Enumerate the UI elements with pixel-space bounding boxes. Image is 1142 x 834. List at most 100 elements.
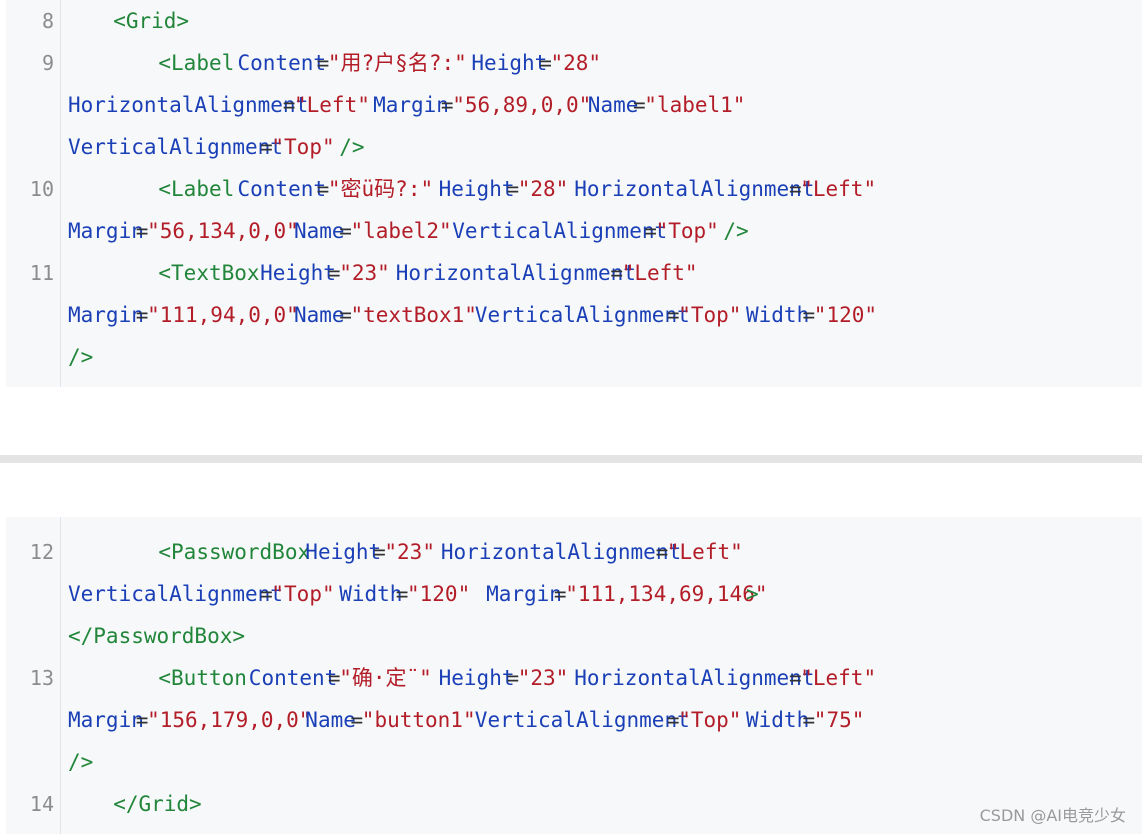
code-token: "Left" [800, 666, 877, 690]
code-token: "28" [550, 51, 602, 75]
code-line: HorizontalAlignment = "Left" Margin = "56,89… [6, 84, 1142, 126]
code-token: "label2" [350, 219, 452, 243]
code-token: "Top" [678, 708, 742, 732]
code-token: "密ü码?:" [327, 177, 434, 201]
code-token: "56,89,0,0" [452, 93, 592, 117]
code-token: "Left" [666, 540, 743, 564]
code-token: /> [723, 219, 749, 243]
code-line: Margin = "111,94,0,0" Name = "textBox1" Vert… [6, 294, 1142, 336]
code-token: "Top" [271, 582, 335, 606]
code-token: Height [438, 177, 515, 201]
code-line: 11 <TextBox Height = "23" HorizontalAlignm… [6, 252, 1142, 294]
code-token: VerticalAlignment [452, 219, 668, 243]
code-token: Margin [68, 708, 144, 732]
code-token: <TextBox [158, 261, 260, 285]
section-divider [0, 455, 1142, 463]
code-token: "75" [813, 708, 865, 732]
line-number: 11 [29, 261, 54, 285]
code-token: "Left" [621, 261, 698, 285]
code-token: "用?户§名?:" [327, 51, 467, 75]
code-token: HorizontalAlignment [395, 261, 636, 285]
code-token: "textBox1" [350, 303, 477, 327]
code-token: "label1" [644, 93, 746, 117]
code-token: "23" [384, 540, 435, 564]
code-token: HorizontalAlignment [68, 93, 309, 117]
code-token: "111,94,0,0" [147, 303, 299, 327]
code-token: "120" [407, 582, 471, 606]
code-token: VerticalAlignment [474, 303, 690, 327]
code-token: > [746, 582, 759, 606]
line-number: 13 [29, 666, 54, 690]
code-token: Width [746, 708, 810, 732]
code-token: Name [294, 219, 345, 243]
code-token: "156,179,0,0" [147, 708, 312, 732]
code-token: Name [294, 303, 345, 327]
line-number: 8 [41, 9, 54, 33]
code-token: <PasswordBox [158, 540, 311, 564]
code-token: /> [339, 135, 365, 159]
code-token: "Left" [800, 177, 877, 201]
code-line: VerticalAlignment = "Top" /> [6, 126, 1142, 168]
code-line: VerticalAlignment = "Top" Width = "120" Marg… [6, 573, 1142, 615]
code-token: "56,134,0,0" [147, 219, 299, 243]
code-token: Margin [486, 582, 562, 606]
code-line: 10 <Label Content = "密ü码?:" Height = "28" Ho… [6, 168, 1142, 210]
code-token: <Button [158, 666, 247, 690]
code-token: VerticalAlignment [68, 582, 283, 606]
code-token: </Grid> [113, 792, 202, 816]
code-line: /> [6, 741, 1142, 783]
code-line: 12 <PasswordBox Height = "23" HorizontalAl… [6, 531, 1142, 573]
code-token: Name [587, 93, 639, 117]
code-token: Content [237, 51, 327, 75]
code-token: Margin [68, 303, 144, 327]
code-line: /> [6, 336, 1142, 378]
code-block-bottom: 12 <PasswordBox Height = "23" HorizontalAl… [6, 517, 1142, 834]
code-token: /> [68, 345, 94, 369]
code-line: Margin = "156,179,0,0" Name = "button1" Vert… [6, 699, 1142, 741]
code-line: 9 <Label Content = "用?户§名?:" Height = "28" [6, 42, 1142, 84]
code-token: <Label [158, 177, 235, 201]
code-token: Margin [68, 219, 144, 243]
code-token: "Left" [294, 93, 370, 117]
code-token: Content [237, 177, 327, 201]
code-token: "111,134,69,146" [565, 582, 768, 606]
code-token: <Label [158, 51, 235, 75]
code-token: VerticalAlignment [68, 135, 283, 159]
code-token: /> [68, 750, 94, 774]
code-token: VerticalAlignment [474, 708, 690, 732]
watermark: CSDN @AI电竞少女 [979, 806, 1126, 825]
code-token: "28" [517, 177, 569, 201]
line-number: 9 [41, 51, 54, 75]
code-token: "23" [517, 666, 569, 690]
code-token: "Top" [655, 219, 719, 243]
line-number: 12 [29, 540, 54, 564]
code-token: Margin [373, 93, 449, 117]
code-token: "23" [339, 261, 390, 285]
code-token: Height [260, 261, 336, 285]
code-token: Width [746, 303, 810, 327]
code-token: HorizontalAlignment [574, 666, 815, 690]
code-token: "120" [813, 303, 878, 327]
code-token: Content [248, 666, 338, 690]
code-token: "button1" [361, 708, 476, 732]
code-block-top: 8 <Grid> 9 <Label Content = "用?户§名?:" Heigh… [6, 0, 1142, 387]
code-line: Margin = "56,134,0,0" Name = "label2" Vertic… [6, 210, 1142, 252]
code-token: Name [305, 708, 356, 732]
code-token: </PasswordBox> [68, 624, 246, 648]
code-token: HorizontalAlignment [440, 540, 682, 564]
code-line: 14 </Grid> [6, 783, 1142, 825]
line-number: 14 [29, 792, 54, 816]
code-line: 8 <Grid> [6, 0, 1142, 42]
code-token: Width [339, 582, 403, 606]
code-token: Height [305, 540, 382, 564]
code-line: 13 <Button Content = "确·定¨" Height = "23" Ho… [6, 657, 1142, 699]
code-token: "Top" [678, 303, 742, 327]
code-token: HorizontalAlignment [574, 177, 815, 201]
code-token: "确·定¨" [339, 666, 432, 690]
